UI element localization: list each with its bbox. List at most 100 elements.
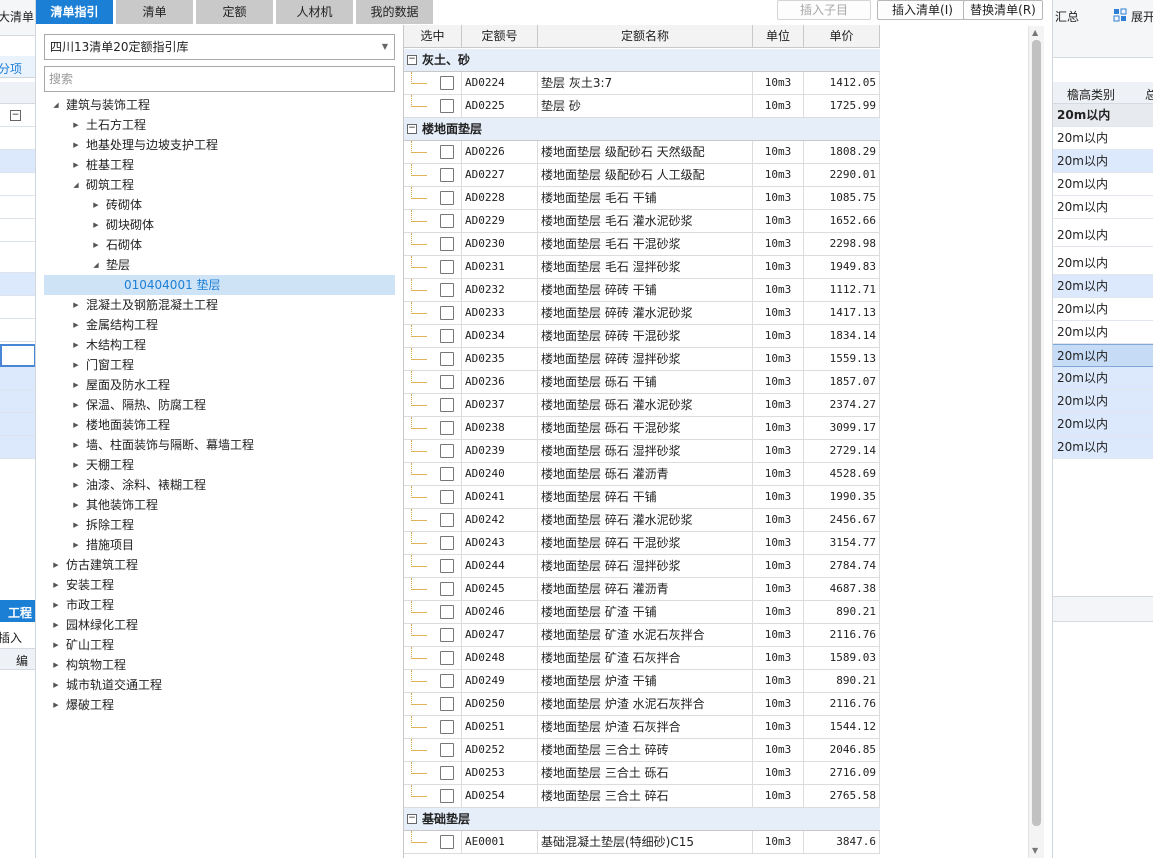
tab-labor-material[interactable]: 人材机 <box>276 0 354 24</box>
col-price[interactable]: 单价 <box>804 25 880 48</box>
tree-collapsed-icon[interactable]: ▶ <box>70 335 82 355</box>
table-row[interactable]: AD0249 楼地面垫层 炉渣 干铺 10m3 890.21 <box>404 670 880 693</box>
tree-collapsed-icon[interactable]: ▶ <box>70 115 82 135</box>
tree-collapsed-icon[interactable]: ▶ <box>90 235 102 255</box>
tree-node[interactable]: 010404001 垫层 <box>44 275 395 295</box>
tree-collapsed-icon[interactable]: ▶ <box>50 675 62 695</box>
table-row[interactable]: AD0230 楼地面垫层 毛石 干混砂浆 10m3 2298.98 <box>404 233 880 256</box>
row-checkbox[interactable] <box>440 237 454 251</box>
tree-collapsed-icon[interactable]: ▶ <box>70 295 82 315</box>
tree-node[interactable]: ▶ 保温、隔热、防腐工程 <box>44 395 395 415</box>
table-row[interactable]: AD0237 楼地面垫层 砾石 灌水泥砂浆 10m3 2374.27 <box>404 394 880 417</box>
collapse-icon[interactable]: − <box>407 814 417 824</box>
row-checkbox[interactable] <box>440 260 454 274</box>
col-unit[interactable]: 单位 <box>753 25 804 48</box>
row-checkbox[interactable] <box>440 76 454 90</box>
tree-collapsed-icon[interactable]: ▶ <box>70 355 82 375</box>
table-row[interactable]: AD0224 垫层 灰土3:7 10m3 1412.05 <box>404 72 880 95</box>
tree-collapsed-icon[interactable]: ▶ <box>70 415 82 435</box>
tree-collapsed-icon[interactable]: ▶ <box>50 555 62 575</box>
tree-node[interactable]: ▶ 砌块砌体 <box>44 215 395 235</box>
tree-node[interactable]: ▶ 屋面及防水工程 <box>44 375 395 395</box>
row-checkbox[interactable] <box>440 628 454 642</box>
tree-node[interactable]: ▶ 构筑物工程 <box>44 655 395 675</box>
table-row[interactable]: AD0242 楼地面垫层 碎石 灌水泥砂浆 10m3 2456.67 <box>404 509 880 532</box>
table-row[interactable]: AD0226 楼地面垫层 级配砂石 天然级配 10m3 1808.29 <box>404 141 880 164</box>
tree-node[interactable]: ▶ 拆除工程 <box>44 515 395 535</box>
tree-node[interactable]: ▶ 城市轨道交通工程 <box>44 675 395 695</box>
tab-list[interactable]: 清单 <box>116 0 194 24</box>
table-row[interactable]: AD0234 楼地面垫层 碎砖 干混砂浆 10m3 1834.14 <box>404 325 880 348</box>
tree-expanded-icon[interactable]: ◢ <box>50 95 62 115</box>
insert-list-button[interactable]: 插入清单(I) <box>877 0 968 20</box>
table-row[interactable]: AD0239 楼地面垫层 砾石 湿拌砂浆 10m3 2729.14 <box>404 440 880 463</box>
collapse-icon[interactable]: − <box>407 55 417 65</box>
row-checkbox[interactable] <box>440 789 454 803</box>
table-row[interactable]: AD0232 楼地面垫层 碎砖 干铺 10m3 1112.71 <box>404 279 880 302</box>
tree-node[interactable]: ▶ 墙、柱面装饰与隔断、幕墙工程 <box>44 435 395 455</box>
tree-node[interactable]: ▶ 桩基工程 <box>44 155 395 175</box>
row-checkbox[interactable] <box>440 145 454 159</box>
tree-node[interactable]: ▶ 土石方工程 <box>44 115 395 135</box>
tree-node[interactable]: ▶ 楼地面装饰工程 <box>44 415 395 435</box>
tree-node[interactable]: ▶ 木结构工程 <box>44 335 395 355</box>
group-row[interactable]: − 基础垫层 <box>404 808 880 831</box>
row-checkbox[interactable] <box>440 283 454 297</box>
row-checkbox[interactable] <box>440 444 454 458</box>
tab-quota[interactable]: 定额 <box>196 0 274 24</box>
table-row[interactable]: AD0252 楼地面垫层 三合土 碎砖 10m3 2046.85 <box>404 739 880 762</box>
tree-node[interactable]: ▶ 砖砌体 <box>44 195 395 215</box>
tree-node[interactable]: ▶ 安装工程 <box>44 575 395 595</box>
tree-node[interactable]: ◢ 砌筑工程 <box>44 175 395 195</box>
tree-collapsed-icon[interactable]: ▶ <box>70 135 82 155</box>
table-row[interactable]: AD0228 楼地面垫层 毛石 干铺 10m3 1085.75 <box>404 187 880 210</box>
row-checkbox[interactable] <box>440 306 454 320</box>
table-row[interactable]: AD0246 楼地面垫层 矿渣 干铺 10m3 890.21 <box>404 601 880 624</box>
row-checkbox[interactable] <box>440 536 454 550</box>
table-row[interactable]: AD0253 楼地面垫层 三合土 砾石 10m3 2716.09 <box>404 762 880 785</box>
row-checkbox[interactable] <box>440 490 454 504</box>
tree-expanded-icon[interactable]: ◢ <box>90 255 102 275</box>
col-select[interactable]: 选中 <box>404 25 462 48</box>
tree-collapsed-icon[interactable]: ▶ <box>70 455 82 475</box>
table-row[interactable]: AE0001 基础混凝土垫层(特细砂)C15 10m3 3847.6 <box>404 831 880 854</box>
table-row[interactable]: AD0236 楼地面垫层 砾石 干铺 10m3 1857.07 <box>404 371 880 394</box>
tree-node[interactable]: ▶ 石砌体 <box>44 235 395 255</box>
tree-node[interactable]: ◢ 垫层 <box>44 255 395 275</box>
table-row[interactable]: AD0245 楼地面垫层 碎石 灌沥青 10m3 4687.38 <box>404 578 880 601</box>
row-checkbox[interactable] <box>440 375 454 389</box>
tree-node[interactable]: ▶ 仿古建筑工程 <box>44 555 395 575</box>
tree-collapsed-icon[interactable]: ▶ <box>50 595 62 615</box>
table-row[interactable]: AD0225 垫层 砂 10m3 1725.99 <box>404 95 880 118</box>
row-checkbox[interactable] <box>440 582 454 596</box>
group-row[interactable]: − 楼地面垫层 <box>404 118 880 141</box>
scroll-down-icon[interactable]: ▼ <box>1032 846 1038 855</box>
row-checkbox[interactable] <box>440 214 454 228</box>
tree-node[interactable]: ▶ 天棚工程 <box>44 455 395 475</box>
tree-collapsed-icon[interactable]: ▶ <box>50 695 62 715</box>
col-code[interactable]: 定额号 <box>462 25 538 48</box>
table-row[interactable]: AD0241 楼地面垫层 碎石 干铺 10m3 1990.35 <box>404 486 880 509</box>
tree-node[interactable]: ▶ 措施项目 <box>44 535 395 555</box>
table-row[interactable]: AD0229 楼地面垫层 毛石 灌水泥砂浆 10m3 1652.66 <box>404 210 880 233</box>
row-checkbox[interactable] <box>440 191 454 205</box>
row-checkbox[interactable] <box>440 835 454 849</box>
row-checkbox[interactable] <box>440 743 454 757</box>
row-checkbox[interactable] <box>440 168 454 182</box>
tree-node[interactable]: ▶ 金属结构工程 <box>44 315 395 335</box>
table-row[interactable]: AD0247 楼地面垫层 矿渣 水泥石灰拌合 10m3 2116.76 <box>404 624 880 647</box>
tree-expanded-icon[interactable]: ◢ <box>70 175 82 195</box>
tree-collapsed-icon[interactable]: ▶ <box>70 475 82 495</box>
row-checkbox[interactable] <box>440 421 454 435</box>
table-row[interactable]: AD0254 楼地面垫层 三合土 碎石 10m3 2765.58 <box>404 785 880 808</box>
tree-collapsed-icon[interactable]: ▶ <box>70 515 82 535</box>
group-row[interactable]: − 灰土、砂 <box>404 49 880 72</box>
tree-node[interactable]: ▶ 园林绿化工程 <box>44 615 395 635</box>
scroll-up-icon[interactable]: ▲ <box>1032 28 1038 37</box>
row-checkbox[interactable] <box>440 766 454 780</box>
row-checkbox[interactable] <box>440 697 454 711</box>
row-checkbox[interactable] <box>440 329 454 343</box>
insert-child-button[interactable]: 插入子目 <box>777 0 871 20</box>
tree-node[interactable]: ▶ 地基处理与边坡支护工程 <box>44 135 395 155</box>
library-select[interactable]: 四川13清单20定额指引库 ▼ <box>44 34 395 60</box>
